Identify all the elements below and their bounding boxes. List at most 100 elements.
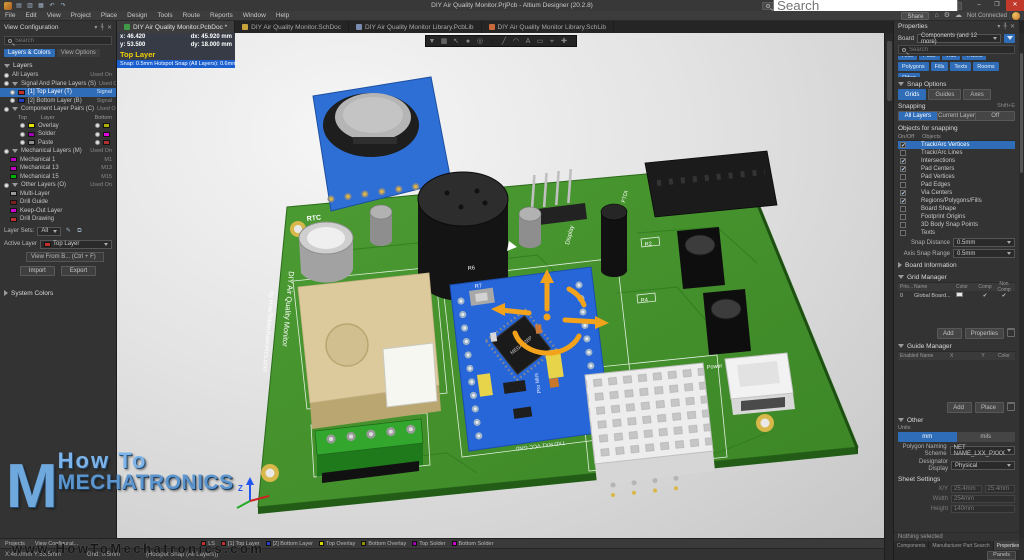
unit-mm[interactable]: mm xyxy=(898,432,957,442)
layers-search[interactable] xyxy=(4,36,112,45)
eye-icon[interactable] xyxy=(20,132,25,137)
board-information-header[interactable]: Board Information xyxy=(898,260,1015,270)
layer-color-swatch[interactable] xyxy=(18,90,25,95)
eye-icon[interactable] xyxy=(10,98,15,103)
layer-chip-top-solder[interactable]: Top Solder xyxy=(412,541,445,547)
filter-funnel-icon[interactable] xyxy=(1004,34,1015,43)
layer-chip-top-overlay[interactable]: Top Overlay xyxy=(319,541,355,547)
gear-icon[interactable]: ⚙ xyxy=(944,12,950,20)
snap-object-row[interactable]: 3D Body Snap Points xyxy=(898,221,1015,229)
trash-icon[interactable] xyxy=(1007,328,1015,337)
menu-help[interactable]: Help xyxy=(271,12,294,19)
layer-chip-top-layer[interactable]: [1] Top Layer xyxy=(221,541,260,547)
layer-group-signal-plane[interactable]: Signal And Plane Layers (S)Used On xyxy=(0,80,116,89)
usb-connector[interactable] xyxy=(725,353,795,415)
layer-sets-copy-icon[interactable]: ⧉ xyxy=(75,227,83,235)
arc-icon[interactable]: ◠ xyxy=(510,36,522,47)
maximize-button[interactable]: ❐ xyxy=(988,0,1006,11)
fill-icon[interactable]: ■ xyxy=(486,36,498,47)
arduino-pro-mini[interactable]: MEGA328P Pro Mini TXD RX1 VCC GND DTR xyxy=(450,267,611,451)
layer-sets-dropdown[interactable]: All xyxy=(37,227,61,236)
layer-row-all-layers[interactable]: All LayersUsed On xyxy=(0,71,116,80)
chip-other[interactable]: Other xyxy=(898,73,920,77)
eye-icon[interactable] xyxy=(4,81,9,86)
menu-window[interactable]: Window xyxy=(238,12,271,19)
guide-add-button[interactable]: Add xyxy=(947,402,972,413)
solder-top-swatch[interactable] xyxy=(28,132,35,137)
layer-sets-edit-icon[interactable]: ✎ xyxy=(64,227,72,235)
tab-pcblib[interactable]: DIY Air Quality Monitor Library.PcbLib xyxy=(349,21,482,33)
home-icon[interactable]: ⌂ xyxy=(934,12,938,20)
snap-object-row[interactable]: Via Centers xyxy=(898,189,1015,197)
tab-layers-colors[interactable]: Layers & Colors xyxy=(4,49,55,57)
layer-row-mech15[interactable]: Mechanical 15M15 xyxy=(0,173,116,182)
snap-object-row[interactable]: Pad Centers xyxy=(898,165,1015,173)
avatar[interactable] xyxy=(1012,12,1020,20)
tab-pcbdoc[interactable]: DIY Air Quality Monitor.PcbDoc * xyxy=(117,21,235,33)
checkbox[interactable] xyxy=(900,190,906,196)
save-icon[interactable]: ▤ xyxy=(15,2,23,10)
menu-file[interactable]: File xyxy=(0,12,20,19)
checkbox[interactable] xyxy=(900,206,906,212)
overlay-top-swatch[interactable] xyxy=(28,123,35,128)
chip-pads[interactable]: Pads xyxy=(919,56,940,60)
layer-color-swatch[interactable] xyxy=(10,200,17,205)
filter-scope-dropdown[interactable]: Components (and 12 more) xyxy=(917,34,1001,43)
snapping-off[interactable]: Off xyxy=(976,112,1014,120)
filter-icon[interactable]: ▼ xyxy=(426,36,438,47)
snap-object-row[interactable]: Texts xyxy=(898,229,1015,237)
layer-row-drill-drawing[interactable]: Drill Drawing xyxy=(0,215,116,224)
chip-fills[interactable]: Fills xyxy=(931,62,949,71)
component-icon[interactable]: ▭ xyxy=(534,36,546,47)
eye-icon[interactable] xyxy=(10,90,15,95)
other-section-header[interactable]: Other xyxy=(898,415,1015,425)
layer-color-swatch[interactable] xyxy=(18,98,25,103)
paste-bottom-swatch[interactable] xyxy=(103,140,110,145)
layer-group-other[interactable]: Other Layers (O)Used On xyxy=(0,181,116,190)
axis-snap-dropdown[interactable]: 0.5mm xyxy=(953,249,1015,258)
layer-row-top-layer[interactable]: [1] Top Layer (T)Signal xyxy=(0,88,116,97)
minimize-button[interactable]: – xyxy=(970,0,988,11)
checkbox[interactable] xyxy=(900,166,906,172)
snap-object-row[interactable]: Intersections xyxy=(898,157,1015,165)
layers-search-input[interactable] xyxy=(15,38,105,44)
grid-properties-button[interactable]: Properties xyxy=(965,328,1004,339)
layer-row-keepout[interactable]: Keep-Out Layer xyxy=(0,207,116,216)
chip-polygons[interactable]: Polygons xyxy=(898,62,929,71)
guide-manager-header[interactable]: Guide Manager xyxy=(898,341,1015,351)
grid-icon[interactable]: ▦ xyxy=(438,36,450,47)
co2-sensor[interactable] xyxy=(298,273,441,429)
menu-route[interactable]: Route xyxy=(178,12,205,19)
layer-color-swatch[interactable] xyxy=(10,191,17,196)
checkbox[interactable] xyxy=(900,142,906,148)
snapping-all-layers[interactable]: All Layers xyxy=(899,112,938,120)
female-header[interactable] xyxy=(645,151,777,217)
tab-manufacturer-part-search[interactable]: Manufacturer Part Search xyxy=(929,541,993,550)
snap-object-row[interactable]: Pad Vertices xyxy=(898,173,1015,181)
snap-grids-button[interactable]: Grids xyxy=(898,89,926,100)
active-layer-dropdown[interactable]: Top Layer xyxy=(40,240,112,249)
global-search[interactable] xyxy=(762,2,962,10)
layer-color-swatch[interactable] xyxy=(10,166,17,171)
trash-icon[interactable] xyxy=(1007,402,1015,411)
checkbox[interactable] xyxy=(900,150,906,156)
snap-options-header[interactable]: Snap Options xyxy=(898,79,1015,89)
connection-status[interactable]: Not Connected xyxy=(967,13,1007,19)
menu-design[interactable]: Design xyxy=(122,12,152,19)
share-button[interactable]: Share xyxy=(901,12,929,20)
snap-object-row[interactable]: Pad Edges xyxy=(898,181,1015,189)
layer-color-swatch[interactable] xyxy=(10,157,17,162)
designator-display-dropdown[interactable]: Physical xyxy=(951,461,1015,470)
pair-row-solder[interactable]: Solder xyxy=(0,130,116,139)
layer-row-multilayer[interactable]: Multi-Layer xyxy=(0,190,116,199)
snap-distance-dropdown[interactable]: 0.5mm xyxy=(953,238,1015,247)
snap-object-row[interactable]: Track/Arc Vertices xyxy=(898,141,1015,149)
layer-row-mech1[interactable]: Mechanical 1M1 xyxy=(0,156,116,165)
layer-row-drill-guide[interactable]: Drill Guide xyxy=(0,198,116,207)
layer-color-swatch[interactable] xyxy=(10,217,17,222)
snap-axes-button[interactable]: Axes xyxy=(963,89,990,100)
paste-top-swatch[interactable] xyxy=(28,140,35,145)
layer-chip-ls[interactable]: LS xyxy=(201,541,215,547)
select-icon[interactable]: ↖ xyxy=(450,36,462,47)
checkbox[interactable] xyxy=(900,174,906,180)
